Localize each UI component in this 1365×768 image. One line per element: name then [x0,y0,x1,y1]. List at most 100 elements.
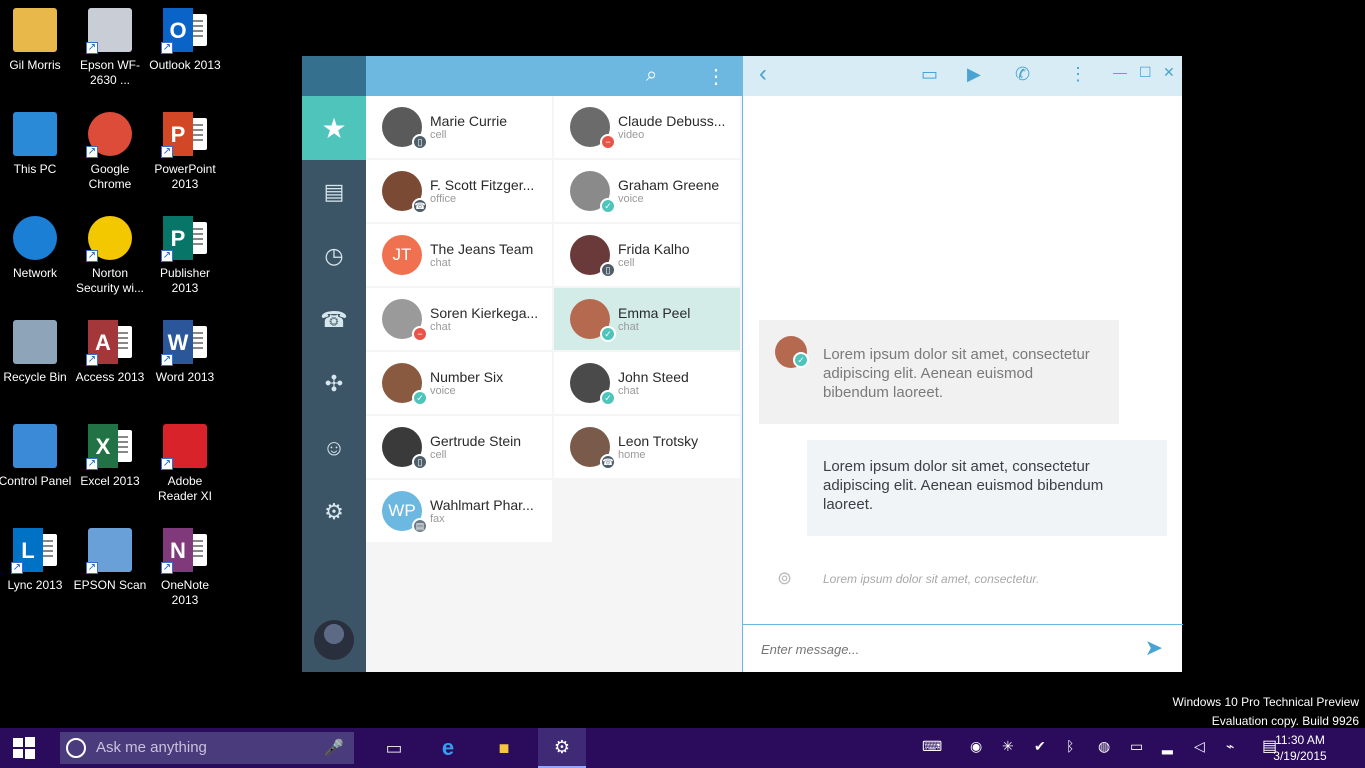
contact-card[interactable]: ▯ Frida Kalho cell [554,224,740,286]
desktop-icon-access[interactable]: A ↗ Access 2013 [73,320,147,385]
contact-card[interactable]: ☎ F. Scott Fitzger... office [366,160,552,222]
groups-tab[interactable]: ☺ [302,416,366,480]
shortcut-arrow-icon: ↗ [86,146,98,158]
contact-card[interactable]: ✓ Number Six voice [366,352,552,414]
contact-card[interactable]: ✓ Graham Greene voice [554,160,740,222]
desktop-icon-outlook[interactable]: O ↗ Outlook 2013 [148,8,222,73]
back-arrow-icon[interactable]: ‹ [759,60,767,88]
my-avatar[interactable] [314,620,354,660]
contact-card[interactable]: ✓ Emma Peel chat [554,288,740,350]
contact-card[interactable]: WP ▤ Wahlmart Phar... fax [366,480,552,542]
user-folder-icon [13,8,57,52]
action-center-icon[interactable]: ▤ [1262,736,1277,756]
more-vertical-icon[interactable]: ⋮ [1069,64,1087,85]
fax-status-icon: ▤ [412,518,428,534]
more-vertical-icon[interactable]: ⋮ [706,64,726,89]
shortcut-arrow-icon: ↗ [86,250,98,262]
desktop-icon-control-panel[interactable]: Control Panel [0,424,72,489]
history-tab[interactable]: ◷ [302,224,366,288]
contacts-tab[interactable]: ▤ [302,160,366,224]
contact-card[interactable]: ▯ Gertrude Stein cell [366,416,552,478]
tray-app-icon[interactable]: ◉ [970,738,982,755]
desktop-icon-label: Network [12,266,57,280]
volume-icon[interactable]: ◁ [1194,738,1205,755]
contact-channel: chat [430,257,451,269]
contact-channel: home [618,449,646,461]
shortcut-arrow-icon: ↗ [86,562,98,574]
desktop-icon-user-folder[interactable]: Gil Morris [0,8,72,73]
contact-card[interactable]: − Claude Debuss... video [554,96,740,158]
outgoing-message-text: Lorem ipsum dolor sit amet, consectetur … [823,458,1104,513]
contact-card[interactable]: JT The Jeans Team chat [366,224,552,286]
desktop-icon-norton[interactable]: ↗ Norton Security wi... [73,216,147,296]
message-input[interactable] [761,638,1121,660]
cortana-icon [66,738,86,758]
maximize-icon[interactable]: ☐ [1139,64,1152,81]
desktop-icon-label: Gil Morris [9,58,61,72]
desktop-icon-powerpoint[interactable]: P ↗ PowerPoint 2013 [148,112,222,192]
microphone-icon[interactable]: 🎤 [324,738,344,758]
cell-status-icon: ▯ [412,454,428,470]
contact-card[interactable]: − Soren Kierkega... chat [366,288,552,350]
desktop-icon-chrome[interactable]: ↗ Google Chrome [73,112,147,192]
desktop-icon-publisher[interactable]: P ↗ Publisher 2013 [148,216,222,296]
desktop-icon-label: Outlook 2013 [149,58,221,72]
desktop-icon-word[interactable]: W ↗ Word 2013 [148,320,222,385]
desktop-icon-scanner[interactable]: ↗ EPSON Scan [73,528,147,593]
phone-call-icon[interactable]: ✆ [1015,64,1030,85]
typing-preview: Lorem ipsum dolor sit amet, consectetur. [823,572,1040,586]
battery-icon[interactable]: ▭ [1130,738,1143,755]
signal-icon[interactable]: ▂ [1162,738,1173,755]
desktop-icon-network[interactable]: Network [0,216,72,281]
minimize-icon[interactable]: — [1113,64,1127,80]
dialpad-tab[interactable]: ☎ [302,288,366,352]
printer-icon: ↗ [86,8,132,54]
desktop-icon-recycle-bin[interactable]: Recycle Bin [0,320,72,385]
shortcut-arrow-icon: ↗ [161,458,173,470]
contact-card[interactable]: ☎ Leon Trotsky home [554,416,740,478]
contact-card-icon: ▤ [323,179,345,204]
send-icon[interactable]: ➤ [1145,635,1163,661]
desktop-icon-label: Epson WF-2630 ... [79,58,140,87]
file-explorer-icon[interactable]: ■ [480,728,528,768]
search-icon[interactable]: ⌕ [646,64,657,87]
keyboard-icon[interactable]: ⌨ [922,738,942,755]
bluetooth-icon[interactable]: ᛒ [1066,738,1074,754]
start-button[interactable] [0,728,48,768]
sync-icon[interactable]: ◍ [1098,738,1110,755]
outgoing-message: Lorem ipsum dolor sit amet, consectetur … [807,440,1167,536]
desktop-icon-printer[interactable]: ↗ Epson WF-2630 ... [73,8,147,88]
control-panel-icon [13,424,57,468]
desktop-icon-adobe-reader[interactable]: ↗ Adobe Reader XI [148,424,222,504]
cortana-search[interactable]: Ask me anything 🎤 [60,732,354,764]
close-icon[interactable]: ✕ [1163,64,1175,81]
rail-top [302,56,366,96]
incoming-message-text: Lorem ipsum dolor sit amet, consectetur … [823,346,1090,401]
task-view-icon[interactable]: ▭ [370,728,418,768]
contact-card[interactable]: ✓ John Steed chat [554,352,740,414]
tray-app-icon-2[interactable]: ✳ [1002,738,1014,755]
network-share-icon: ✣ [324,371,344,396]
settings-icon: ⚙ [324,499,344,524]
desktop-icon-label: OneNote 2013 [160,578,210,607]
internet-explorer-icon[interactable]: e [424,728,472,768]
desktop-icon-excel[interactable]: X ↗ Excel 2013 [73,424,147,489]
contact-card[interactable]: ▯ Marie Currie cell [366,96,552,158]
settings-app-icon[interactable]: ⚙ [538,728,586,768]
cell-status-icon: ▯ [412,134,428,150]
desktop-icon-onenote[interactable]: N ↗ OneNote 2013 [148,528,222,608]
contact-channel: fax [430,513,445,525]
network-tray-icon[interactable]: ⌁ [1226,738,1234,755]
desktop-icon-computer[interactable]: This PC [0,112,72,177]
contacts-panel: ⌕ ⋮ ▯ Marie Currie cell − Claude Debuss... vi… [366,56,742,672]
settings-tab[interactable]: ⚙ [302,480,366,544]
video-call-icon[interactable]: ▶ [967,64,981,85]
norton-icon: ↗ [86,216,132,262]
screen-share-icon[interactable]: ▭ [921,64,938,85]
favorites-tab[interactable]: ★ [302,96,366,160]
desktop-icon-lync[interactable]: L ↗ Lync 2013 [0,528,72,593]
norton-tray-icon[interactable]: ✔ [1034,738,1046,755]
windows-watermark: Windows 10 Pro Technical Preview Evaluat… [1172,693,1359,731]
network-tab[interactable]: ✣ [302,352,366,416]
contact-avatar: JT [382,235,422,275]
